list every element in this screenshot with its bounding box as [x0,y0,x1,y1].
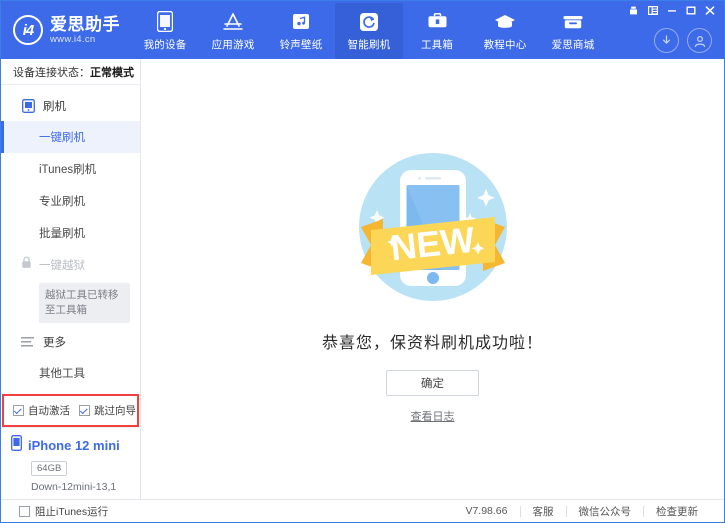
minimize-icon[interactable] [663,4,680,17]
body-container: 设备连接状态：正常模式 刷机 一键刷机 iTunes刷机 专业刷机 [1,59,724,499]
lock-icon [21,256,32,272]
nav-tab-smart-flash[interactable]: 智能刷机 [335,3,403,59]
auto-activate-checkbox[interactable] [13,405,24,416]
maximize-icon[interactable] [682,4,699,17]
nav-tab-label: 应用游戏 [212,37,255,52]
block-itunes-option[interactable]: 阻止iTunes运行 [19,504,108,519]
toolbox-icon [426,11,448,33]
block-itunes-label: 阻止iTunes运行 [35,504,108,519]
nav-tab-label: 铃声壁纸 [280,37,323,52]
sidebar-group-label: 更多 [43,334,66,350]
nav-tab-label: 爱思商城 [552,37,595,52]
sidebar-item-jailbreak: 一键越狱 [1,249,140,281]
menu-icon[interactable] [644,4,661,17]
close-icon[interactable] [701,4,718,17]
device-name: iPhone 12 mini [28,438,120,453]
nav-tab-store[interactable]: 爱思商城 [539,3,607,59]
brand-title: 爱思助手 [50,15,120,34]
nav-tab-label: 我的设备 [144,37,187,52]
sidebar-item-pro-flash[interactable]: 专业刷机 [1,185,140,217]
sidebar-options-highlight: 自动激活 跳过向导 [2,394,139,427]
footer-links: V7.98.66 客服 微信公众号 检查更新 [453,504,710,519]
nav-tab-ringtones-wallpaper[interactable]: 铃声壁纸 [267,3,335,59]
sidebar-tree: 刷机 一键刷机 iTunes刷机 专业刷机 批量刷机 一键越狱 越狱工具已转移至… [1,85,140,394]
status-bar: 阻止iTunes运行 V7.98.66 客服 微信公众号 检查更新 [1,499,724,522]
footer-link-wechat[interactable]: 微信公众号 [567,504,644,519]
device-identifier: Down-12mini-13,1 [31,481,140,493]
appstore-icon [222,11,244,33]
new-phone-badge-illustration: NEW [343,137,523,317]
sidebar-item-other-tools[interactable]: 其他工具 [1,357,140,389]
nav-tab-apps-games[interactable]: 应用游戏 [199,3,267,59]
sidebar-group-label: 刷机 [43,98,66,114]
confirm-button[interactable]: 确定 [386,370,479,396]
graduation-icon [494,11,516,33]
nav-tab-toolbox[interactable]: 工具箱 [403,3,471,59]
title-bar: i4 爱思助手 www.i4.cn 我的设备 [1,1,724,59]
option-auto-activate[interactable]: 自动激活 [13,403,70,418]
download-icon[interactable] [654,28,679,53]
brand-text: 爱思助手 www.i4.cn [50,15,120,46]
gift-icon[interactable] [625,4,642,17]
nav-tab-my-device[interactable]: 我的设备 [131,3,199,59]
app-window: i4 爱思助手 www.i4.cn 我的设备 [0,0,725,523]
brand-logo: i4 爱思助手 www.i4.cn [1,1,131,59]
i4-logo-icon: i4 [13,15,43,45]
brand-url: www.i4.cn [50,34,120,46]
sidebar-item-label: 一键越狱 [39,260,85,272]
option-label: 跳过向导 [94,403,136,418]
shop-icon [562,11,584,33]
success-message: 恭喜您，保资料刷机成功啦！ [322,329,543,353]
connection-status-value: 正常模式 [90,64,134,80]
view-log-link[interactable]: 查看日志 [411,408,455,424]
block-itunes-checkbox[interactable] [19,506,30,517]
flash-icon [21,99,35,113]
version-label: V7.98.66 [453,505,519,517]
phone-icon [154,11,176,33]
connection-status-label: 设备连接状态： [13,64,90,80]
nav-tab-tutorial-center[interactable]: 教程中心 [471,3,539,59]
account-icon[interactable] [687,28,712,53]
nav-tab-label: 智能刷机 [348,37,391,52]
sidebar-group-more[interactable]: 更多 [1,327,140,357]
sidebar-item-itunes-flash[interactable]: iTunes刷机 [1,153,140,185]
sidebar-item-one-key-flash[interactable]: 一键刷机 [1,121,140,153]
jailbreak-tip: 越狱工具已转移至工具箱 [39,283,130,323]
footer-link-check-update[interactable]: 检查更新 [644,504,710,519]
option-label: 自动激活 [28,403,70,418]
list-icon [21,335,35,349]
footer-link-support[interactable]: 客服 [521,504,566,519]
nav-tab-label: 工具箱 [421,37,453,52]
connection-status: 设备连接状态：正常模式 [1,59,140,85]
sidebar-item-download-firmware[interactable]: 下载固件 [1,389,140,394]
option-skip-wizard[interactable]: 跳过向导 [79,403,136,418]
refresh-icon [358,11,380,33]
sidebar: 设备连接状态：正常模式 刷机 一键刷机 iTunes刷机 专业刷机 [1,59,141,499]
music-icon [290,11,312,33]
skip-wizard-checkbox[interactable] [79,405,90,416]
nav-tab-label: 教程中心 [484,37,527,52]
ribbon-text: NEW [388,219,476,269]
device-name-row: iPhone 12 mini [11,435,140,456]
device-capacity-badge: 64GB [31,461,67,476]
main-content: NEW 恭喜您，保资料刷机成功啦！ 确定 查看日志 [141,59,724,499]
window-controls [625,4,718,17]
sidebar-group-flash[interactable]: 刷机 [1,91,140,121]
device-card[interactable]: iPhone 12 mini 64GB Down-12mini-13,1 [1,427,140,499]
phone-small-icon [11,435,22,456]
header-actions [654,28,712,53]
sidebar-item-batch-flash[interactable]: 批量刷机 [1,217,140,249]
